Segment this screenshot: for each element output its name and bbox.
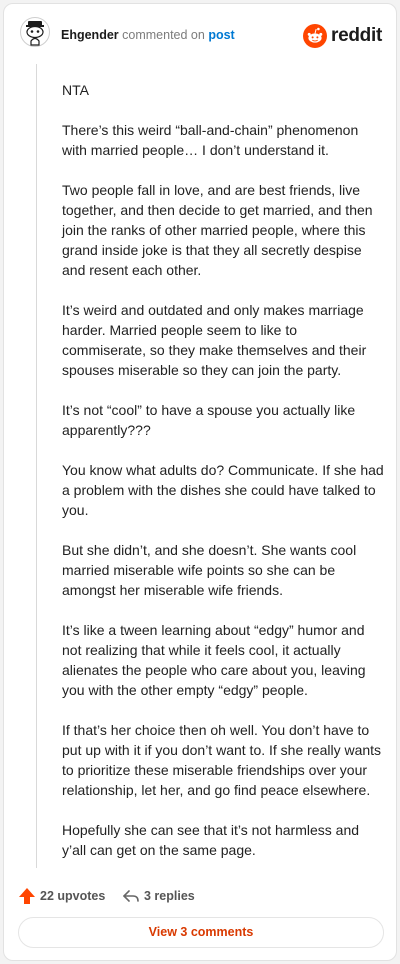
comment-paragraph: Hopefully she can see that it’s not harm… [62, 822, 360, 858]
comment-paragraph: You know what adults do? Communicate. If… [62, 462, 384, 518]
thread-line[interactable] [36, 64, 37, 868]
author-line: Ehgender commented on post [61, 27, 235, 43]
comment-paragraph: It’s like a tween learning about “edgy” … [62, 622, 366, 698]
comment-paragraph: If that’s her choice then oh well. You d… [62, 722, 382, 798]
comment-footer: 22 upvotes 3 replies [4, 880, 396, 910]
view-comments-button[interactable]: View 3 comments [18, 917, 384, 948]
comment-paragraph: Two people fall in love, and are best fr… [62, 182, 373, 278]
comment-paragraph: NTA [62, 82, 89, 98]
action-text: commented on [122, 28, 205, 42]
reply-count: 3 replies [144, 889, 195, 903]
comment-body: NTA There’s this weird “ball-and-chain” … [62, 80, 384, 880]
comment-paragraph: It’s not “cool” to have a spouse you act… [62, 402, 356, 438]
reply-arrow-icon [123, 890, 139, 902]
reddit-snoo-icon [303, 24, 328, 48]
snoo-avatar-icon[interactable] [20, 17, 50, 47]
comment-paragraph: It’s weird and outdated and only makes m… [62, 302, 367, 378]
comment-header: Ehgender commented on post reddit [4, 4, 396, 64]
post-link[interactable]: post [208, 28, 234, 42]
logo-wordmark: reddit [331, 25, 382, 46]
upvote-button[interactable]: 22 upvotes [18, 887, 105, 905]
comment-paragraph: There’s this weird “ball-and-chain” phen… [62, 122, 359, 158]
reddit-logo[interactable]: reddit [303, 23, 382, 49]
upvote-arrow-icon [19, 888, 35, 904]
upvote-count: 22 upvotes [40, 889, 106, 903]
comment-card: Ehgender commented on post reddit NTA Th… [3, 3, 397, 961]
author-name[interactable]: Ehgender [61, 28, 119, 42]
comment-paragraph: But she didn’t, and she doesn’t. She wan… [62, 542, 357, 598]
replies-button[interactable]: 3 replies [122, 887, 195, 905]
